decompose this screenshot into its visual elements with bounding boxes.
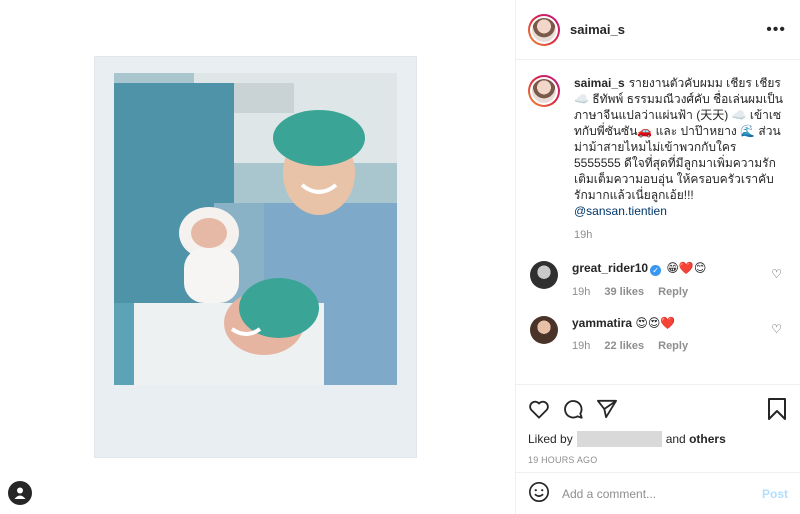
comment-composer: Post — [516, 472, 800, 514]
liked-by: Liked by and others — [528, 431, 786, 447]
author-avatar[interactable] — [528, 13, 560, 46]
hospital-photo-illustration — [114, 73, 397, 385]
more-icon[interactable]: ••• — [766, 21, 786, 39]
comment-text: 😍😍❤️ — [635, 316, 676, 330]
comment-text: 😁❤️😊 — [666, 261, 707, 275]
caption: saimai_s รายงานตัวคับผมม เชียร เชียร ☁️ ธ… — [528, 75, 786, 243]
commenter-avatar[interactable] — [530, 261, 558, 289]
comment-item: yammatira 😍😍❤️ 19h 22 likes Reply ♡ — [528, 316, 786, 352]
emoji-icon[interactable] — [528, 481, 550, 506]
post-photo-frame[interactable] — [95, 57, 416, 457]
comment-time[interactable]: 19h — [572, 286, 590, 298]
post-sidebar: saimai_s ••• saimai_s รายงานตัวคับผมม เชี… — [515, 0, 800, 514]
liked-by-others[interactable]: others — [689, 432, 726, 446]
post-media — [0, 0, 515, 514]
commenter-avatar[interactable] — [530, 316, 558, 344]
caption-avatar[interactable] — [528, 75, 560, 107]
heart-icon[interactable] — [528, 399, 550, 422]
bookmark-icon[interactable] — [768, 397, 786, 423]
caption-text: รายงานตัวคับผมม เชียร เชียร ☁️ ธีทัพพ์ ธ… — [574, 76, 783, 202]
comment-likes[interactable]: 39 likes — [604, 286, 644, 298]
liked-by-user-redacted[interactable] — [576, 431, 662, 447]
comment-item: great_rider10 ✓ 😁❤️😊 19h 39 likes Reply ♡ — [528, 261, 786, 298]
reply-button[interactable]: Reply — [658, 340, 688, 352]
user-icon — [14, 487, 26, 499]
comment-like-heart-icon[interactable]: ♡ — [771, 322, 782, 336]
commenter-username[interactable]: great_rider10 — [572, 261, 648, 275]
caption-mention[interactable]: @sansan.tientien — [574, 204, 667, 218]
post-photo — [114, 73, 397, 385]
profile-button[interactable] — [8, 481, 32, 505]
comment-input[interactable] — [562, 486, 762, 501]
post-button[interactable]: Post — [762, 487, 788, 501]
liked-by-connector: and — [665, 432, 686, 446]
verified-icon: ✓ — [650, 265, 662, 276]
caption-time[interactable]: 19h — [574, 227, 784, 243]
commenter-username[interactable]: yammatira — [572, 316, 632, 330]
liked-by-prefix: Liked by — [528, 432, 573, 446]
caption-username[interactable]: saimai_s — [574, 76, 625, 90]
share-icon[interactable] — [596, 399, 618, 422]
reply-button[interactable]: Reply — [658, 286, 688, 298]
comment-time[interactable]: 19h — [572, 340, 590, 352]
post-time-ago[interactable]: 19 HOURS AGO — [528, 455, 786, 465]
comment-likes[interactable]: 22 likes — [604, 340, 644, 352]
post-header: saimai_s ••• — [516, 0, 800, 60]
comment-like-heart-icon[interactable]: ♡ — [771, 267, 782, 281]
author-username[interactable]: saimai_s — [570, 22, 766, 37]
caption-body: saimai_s รายงานตัวคับผมม เชียร เชียร ☁️ ธ… — [574, 75, 784, 243]
comments-list[interactable]: saimai_s รายงานตัวคับผมม เชียร เชียร ☁️ ธ… — [516, 61, 800, 383]
post-actions: Liked by and others 19 HOURS AGO — [516, 384, 800, 465]
comment-icon[interactable] — [562, 398, 584, 423]
